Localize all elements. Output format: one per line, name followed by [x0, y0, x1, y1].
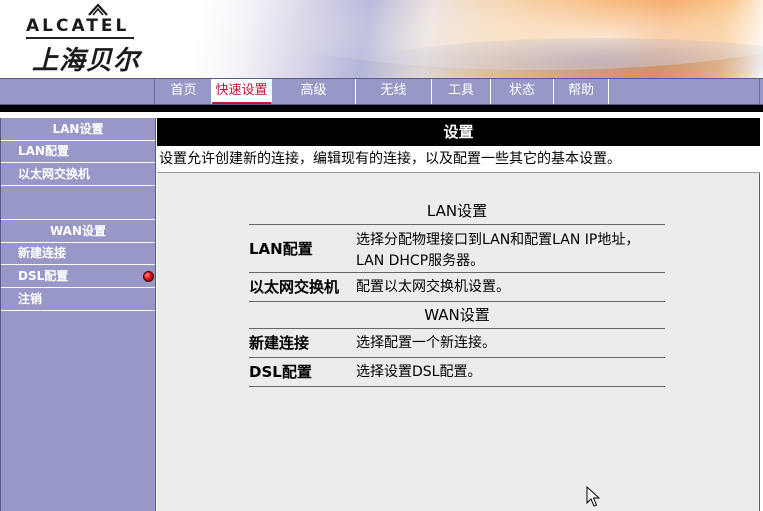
top-nav: 首页 快速设置 高级 无线 工具 状态 帮助	[0, 78, 763, 105]
new-connection-link[interactable]: 新建连接	[249, 329, 356, 357]
row-description: 选择设置DSL配置。	[356, 364, 482, 380]
tab-tools[interactable]: 工具	[432, 79, 491, 104]
sidebar-item-new-connection[interactable]: 新建连接	[1, 243, 155, 265]
sidebar-heading-lan: LAN设置	[52, 122, 104, 136]
row-description: 选择配置一个新连接。	[356, 335, 496, 351]
brand-underline	[26, 37, 134, 39]
divider-bar	[0, 105, 763, 112]
sidebar-divider	[1, 219, 155, 220]
tab-status[interactable]: 状态	[491, 79, 554, 104]
lan-config-link[interactable]: LAN配置	[249, 225, 356, 272]
page-title: 设置	[157, 118, 760, 146]
row-description: 配置以太网交换机设置。	[356, 279, 510, 295]
sidebar-heading-wan: WAN设置	[49, 224, 107, 238]
dsl-config-link[interactable]: DSL配置	[249, 358, 356, 386]
main-content: 设置 设置允许创建新的连接，编辑现有的连接，以及配置一些其它的基本设置。 LAN…	[157, 118, 760, 511]
status-dot-icon	[143, 271, 154, 282]
sidebar-item-logout[interactable]: 注销	[1, 289, 155, 311]
sidebar-item-ethernet-switch[interactable]: 以太网交换机	[1, 164, 155, 186]
tab-wireless[interactable]: 无线	[356, 79, 432, 104]
nav-spacer	[0, 79, 155, 104]
mouse-cursor-icon	[586, 486, 600, 507]
nav-spacer	[609, 79, 760, 104]
row-description: 选择分配物理接口到LAN和配置LAN IP地址，LAN DHCP服务器。	[356, 232, 640, 269]
section-heading-wan: WAN设置	[249, 302, 665, 329]
settings-sections: LAN设置 LAN配置 选择分配物理接口到LAN和配置LAN IP地址，LAN …	[249, 198, 665, 387]
alcatel-logo-mark-icon	[88, 3, 108, 16]
settings-row: 新建连接 选择配置一个新连接。	[249, 329, 665, 358]
ethernet-switch-link[interactable]: 以太网交换机	[249, 273, 356, 301]
brand-chinese-name: 上海贝尔	[32, 46, 141, 76]
page-description: 设置允许创建新的连接，编辑现有的连接，以及配置一些其它的基本设置。	[157, 146, 760, 173]
tab-help[interactable]: 帮助	[554, 79, 609, 104]
header-banner: ALCATEL 上海贝尔	[0, 0, 763, 78]
tab-quick-setup[interactable]: 快速设置	[212, 79, 272, 104]
sidebar: LAN设置 LAN配置 以太网交换机 WAN设置 新建连接 DSL配置 注销	[0, 118, 156, 511]
settings-row: DSL配置 选择设置DSL配置。	[249, 358, 665, 387]
brand-wordmark: ALCATEL	[26, 16, 130, 36]
settings-row: LAN配置 选择分配物理接口到LAN和配置LAN IP地址，LAN DHCP服务…	[249, 225, 665, 273]
sidebar-item-lan-config[interactable]: LAN配置	[1, 141, 155, 163]
sidebar-item-label: DSL配置	[18, 269, 69, 283]
tab-advanced[interactable]: 高级	[272, 79, 356, 104]
sidebar-item-dsl-config[interactable]: DSL配置	[1, 266, 155, 288]
settings-row: 以太网交换机 配置以太网交换机设置。	[249, 273, 665, 302]
tab-home[interactable]: 首页	[156, 79, 212, 104]
section-heading-lan: LAN设置	[249, 198, 665, 225]
